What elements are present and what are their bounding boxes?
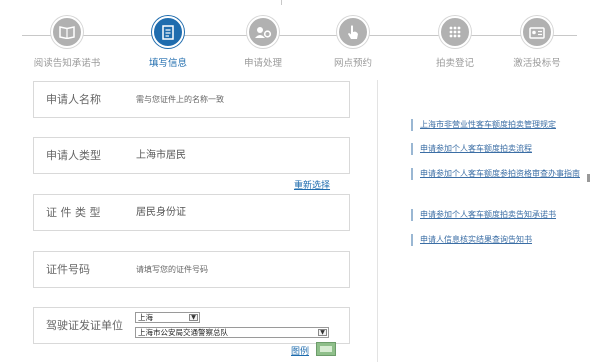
example-link[interactable]: 图例 [291,344,309,357]
gear-user-icon [247,16,279,48]
id-type-field[interactable]: 证 件 类 型 居民身份证 [33,194,350,231]
step-label: 阅读告知承诺书 [33,58,101,69]
step-fill-info: 填写信息 [120,16,216,69]
link-regulation[interactable]: 上海市非营业性客车额度拍卖管理规定 [411,119,590,131]
book-icon [51,16,83,48]
id-type-value: 居民身份证 [136,207,186,218]
id-number-field[interactable]: 证件号码 请填写您的证件号码 [33,251,350,288]
id-number-input[interactable]: 请填写您的证件号码 [136,252,208,287]
applicant-type-value: 上海市居民 [136,150,186,161]
applicant-type-label: 申请人类型 [46,149,101,162]
step-label: 申请处理 [243,58,282,69]
step-label: 填写信息 [148,58,187,69]
reselect-link[interactable]: 重新选择 [294,178,330,191]
step-processing: 申请处理 [215,16,311,69]
link-verification-result[interactable]: 申请人信息核实结果查询告知书 [411,234,590,246]
applicant-name-field[interactable]: 申请人名称 需与您证件上的名称一致 [33,81,350,118]
top-tick [281,0,282,5]
applicant-name-input[interactable]: 需与您证件上的名称一致 [136,82,224,117]
example-image-icon[interactable] [316,342,336,356]
city-select-value: 上海 [138,313,153,322]
vertical-divider [377,80,378,362]
hand-pointer-icon [337,16,369,48]
step-label: 激活投标号 [513,58,561,69]
city-select[interactable]: 上海 ▼ [135,312,200,323]
link-eligibility-guide[interactable]: 申请参加个人客车额度参拍资格审查办事指南 [411,168,590,180]
step-label: 网点预约 [333,58,372,69]
id-type-label: 证 件 类 型 [46,206,101,219]
form-icon [152,16,184,48]
link-auction-process[interactable]: 申请参加个人客车额度拍卖流程 [411,143,590,155]
step-appointment: 网点预约 [305,16,401,69]
step-read-notice: 阅读告知承诺书 [19,16,115,69]
license-issuer-label: 驾驶证发证单位 [46,319,123,332]
applicant-type-field[interactable]: 申请人类型 上海市居民 [33,137,350,174]
id-card-icon [521,16,553,48]
issuer-unit-select-value: 上海市公安局交通警察总队 [138,328,228,337]
applicant-name-label: 申请人名称 [46,93,101,106]
step-activate-bid: 激活投标号 [489,16,585,69]
issuer-unit-select[interactable]: 上海市公安局交通警察总队 ▼ [135,327,329,338]
link-commitment[interactable]: 申请参加个人客车额度拍卖告知承诺书 [411,209,590,221]
progress-steps: 阅读告知承诺书 填写信息 申请处理 网点预约 拍卖登记 激活投标号 [0,0,591,72]
id-number-label: 证件号码 [46,263,90,276]
scrollbar-mark[interactable] [587,174,590,182]
chevron-down-icon: ▼ [189,314,198,321]
keypad-icon [439,16,471,48]
chevron-down-icon: ▼ [318,329,327,336]
